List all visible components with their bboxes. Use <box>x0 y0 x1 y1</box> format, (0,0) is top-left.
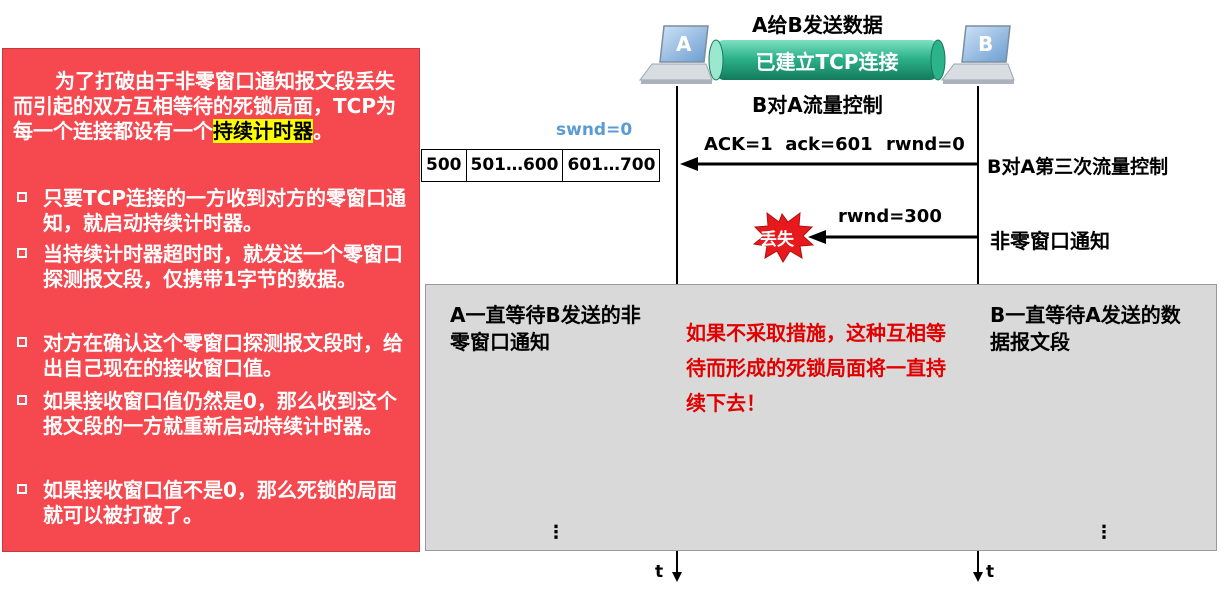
panel-bullet: 如果接收窗口值仍然是0，那么收到这个报文段的一方就重新启动持续计时器。 <box>13 389 413 439</box>
buffer-cell: 601…700 <box>567 155 656 175</box>
deadlock-warning-text: 如果不采取措施，这种互相等待而形成的死锁局面将一直持续下去！ <box>686 321 946 415</box>
buffer-cell: 501…600 <box>467 150 564 181</box>
rwnd300-label: rwnd=300 <box>838 206 942 227</box>
bullet-square-icon <box>17 192 27 202</box>
bullet-text: 如果接收窗口值仍然是0，那么收到这个报文段的一方就重新启动持续计时器。 <box>43 389 397 438</box>
panel-bullet: 当持续计时器超时时，就发送一个零窗口探测报文段，仅携带1字节的数据。 <box>13 242 413 292</box>
bullet-text: 只要TCP连接的一方收到对方的零窗口通知，就启动持续计时器。 <box>43 186 406 235</box>
rwnd0-label: rwnd=0 <box>886 134 965 155</box>
swnd-label: swnd=0 <box>556 120 633 140</box>
persistence-timer-highlight: 持续计时器 <box>213 119 313 143</box>
ellipsis-a: ⋮ <box>547 522 565 543</box>
nonzero-window-notice-label: 非零窗口通知 <box>990 229 1110 253</box>
panel-bullet: 如果接收窗口值不是0，那么死锁的局面就可以被打破了。 <box>13 478 413 528</box>
panel-intro: 为了打破由于非零窗口通知报文段丢失而引起的双方互相等待的死锁局面，TCP为每一个… <box>13 69 413 144</box>
bullet-square-icon <box>17 484 27 494</box>
buffer-cell: 500 <box>422 150 467 181</box>
intro-end: 。 <box>313 119 333 143</box>
bullet-square-icon <box>17 337 27 347</box>
ellipsis-b: ⋮ <box>1095 522 1113 543</box>
time-label-a: t <box>655 562 664 582</box>
bullet-text: 当持续计时器超时时，就发送一个零窗口探测报文段，仅携带1字节的数据。 <box>43 242 403 291</box>
rwnd300-arrow <box>808 230 978 244</box>
ack-rwnd0-arrow <box>680 157 978 171</box>
third-flow-control-label: B对A第三次流量控制 <box>987 156 1169 178</box>
b-wait-text: B一直等待A发送的数据报文段 <box>990 303 1181 354</box>
host-b-label: B <box>978 32 994 56</box>
a-wait-text: A一直等待B发送的非零窗口通知 <box>450 303 641 354</box>
lost-label: 丢失 <box>760 230 794 250</box>
host-a-label: A <box>676 32 692 56</box>
panel-bullet: 对方在确认这个零窗口探测报文段时，给出自己现在的接收窗口值。 <box>13 331 413 381</box>
persistence-timer-panel: 为了打破由于非零窗口通知报文段丢失而引起的双方互相等待的死锁局面，TCP为每一个… <box>2 48 420 552</box>
bullet-square-icon <box>17 395 27 405</box>
intro-text: 为了打破由于非零窗口通知报文段丢失而引起的双方互相等待的死锁局面，TCP为每一个… <box>13 69 396 143</box>
bullet-text: 如果接收窗口值不是0，那么死锁的局面就可以被打破了。 <box>43 478 397 527</box>
panel-bullet: 只要TCP连接的一方收到对方的零窗口通知，就启动持续计时器。 <box>13 186 413 236</box>
tube-label: 已建立TCP连接 <box>755 50 899 74</box>
sequence-buffer: 500 501…600 601…700 <box>421 149 661 182</box>
ack-label: ACK=1 ack=601 <box>704 134 873 155</box>
bullet-square-icon <box>17 248 27 258</box>
bullet-text: 对方在确认这个零窗口探测报文段时，给出自己现在的接收窗口值。 <box>43 331 403 380</box>
time-label-b: t <box>986 562 995 582</box>
